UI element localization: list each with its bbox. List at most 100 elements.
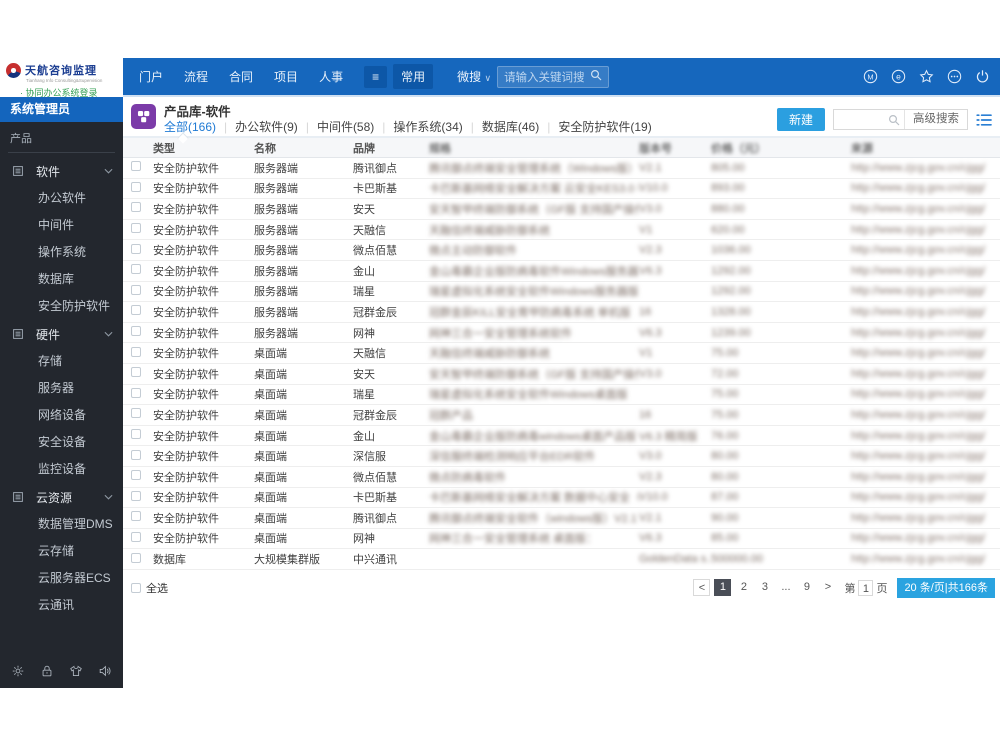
cell-source[interactable]: http://www.zjcg.gov.cn/cjgg/ bbox=[851, 532, 1000, 544]
tab-数据库(46)[interactable]: 数据库(46) bbox=[482, 118, 539, 135]
gear-icon[interactable] bbox=[11, 664, 25, 678]
cell-source[interactable]: http://www.zjcg.gov.cn/cjgg/ bbox=[851, 265, 1000, 277]
search-icon[interactable] bbox=[888, 114, 900, 126]
cell-source[interactable]: http://www.zjcg.gov.cn/cjgg/ bbox=[851, 450, 1000, 462]
cell-source[interactable]: http://www.zjcg.gov.cn/cjgg/ bbox=[851, 553, 1000, 565]
row-checkbox[interactable] bbox=[131, 181, 141, 192]
row-checkbox[interactable] bbox=[131, 429, 141, 440]
cell-source[interactable]: http://www.zjcg.gov.cn/cjgg/ bbox=[851, 182, 1000, 194]
pagination-page-3[interactable]: 3 bbox=[756, 579, 773, 596]
cell-source[interactable]: http://www.zjcg.gov.cn/cjgg/ bbox=[851, 471, 1000, 483]
cell-source[interactable]: http://www.zjcg.gov.cn/cjgg/ bbox=[851, 203, 1000, 215]
advanced-search-button[interactable]: 高级搜索 bbox=[904, 110, 967, 129]
pagination-page-1[interactable]: 1 bbox=[714, 579, 732, 597]
cell-source[interactable]: http://www.zjcg.gov.cn/cjgg/ bbox=[851, 306, 1000, 318]
tab-安全防护软件(19)[interactable]: 安全防护软件(19) bbox=[558, 118, 651, 135]
pagination-page-9[interactable]: 9 bbox=[798, 579, 815, 596]
power-icon[interactable] bbox=[975, 69, 990, 84]
tab-中间件(58)[interactable]: 中间件(58) bbox=[317, 118, 374, 135]
jump-page-input[interactable]: 1 bbox=[858, 579, 874, 596]
nav-item-项目[interactable]: 项目 bbox=[274, 68, 298, 85]
quick-search-input[interactable] bbox=[834, 110, 888, 129]
cell-source[interactable]: http://www.zjcg.gov.cn/cjgg/ bbox=[851, 491, 1000, 503]
sidebar-item-数据管理DMS[interactable]: 数据管理DMS bbox=[0, 511, 123, 538]
row-checkbox[interactable] bbox=[131, 305, 141, 316]
row-checkbox[interactable] bbox=[131, 346, 141, 357]
sidebar-item-中间件[interactable]: 中间件 bbox=[0, 212, 123, 239]
sidebar-item-监控设备[interactable]: 监控设备 bbox=[0, 456, 123, 483]
cell-source[interactable]: http://www.zjcg.gov.cn/cjgg/ bbox=[851, 162, 1000, 174]
cell-source[interactable]: http://www.zjcg.gov.cn/cjgg/ bbox=[851, 244, 1000, 256]
tab-操作系统(34)[interactable]: 操作系统(34) bbox=[393, 118, 462, 135]
search-scope-dropdown[interactable]: 微搜 ∨ bbox=[457, 68, 491, 85]
row-checkbox[interactable] bbox=[131, 264, 141, 275]
global-search-input[interactable]: 请输入关键词搜 bbox=[497, 65, 609, 88]
tab-全部(166)[interactable]: 全部(166) bbox=[164, 118, 216, 135]
sidebar-item-操作系统[interactable]: 操作系统 bbox=[0, 239, 123, 266]
row-checkbox[interactable] bbox=[131, 408, 141, 419]
nav-item-人事[interactable]: 人事 bbox=[319, 68, 343, 85]
tab-办公软件(9)[interactable]: 办公软件(9) bbox=[235, 118, 298, 135]
row-checkbox[interactable] bbox=[131, 449, 141, 460]
select-all[interactable]: 全选 bbox=[131, 580, 168, 596]
cell-source[interactable]: http://www.zjcg.gov.cn/cjgg/ bbox=[851, 430, 1000, 442]
pagination-page-2[interactable]: 2 bbox=[735, 579, 752, 596]
shirt-icon[interactable] bbox=[69, 664, 83, 678]
row-checkbox[interactable] bbox=[131, 243, 141, 254]
sidebar-item-数据库[interactable]: 数据库 bbox=[0, 266, 123, 293]
nav-common-tab[interactable]: 常用 bbox=[393, 64, 434, 89]
select-all-checkbox[interactable] bbox=[131, 582, 141, 593]
cell-spec: 冠群金辰KILL安全胄甲防病毒系统 单机版 bbox=[429, 306, 631, 319]
sidebar-item-云通讯[interactable]: 云通讯 bbox=[0, 592, 123, 619]
cell-source[interactable]: http://www.zjcg.gov.cn/cjgg/ bbox=[851, 388, 1000, 400]
sidebar-item-办公软件[interactable]: 办公软件 bbox=[0, 185, 123, 212]
sidebar-item-安全设备[interactable]: 安全设备 bbox=[0, 429, 123, 456]
sidebar-group-软件[interactable]: 软件 bbox=[0, 157, 123, 185]
nav-item-合同[interactable]: 合同 bbox=[229, 68, 253, 85]
row-checkbox[interactable] bbox=[131, 531, 141, 542]
more-icon[interactable] bbox=[947, 69, 962, 84]
row-checkbox[interactable] bbox=[131, 161, 141, 172]
sidebar-section-product[interactable]: 产品 bbox=[0, 122, 123, 152]
cell-source[interactable]: http://www.zjcg.gov.cn/cjgg/ bbox=[851, 224, 1000, 236]
pagination-next-button[interactable]: > bbox=[819, 579, 836, 596]
nav-more-button[interactable]: ≡ bbox=[364, 65, 388, 88]
cell-source[interactable]: http://www.zjcg.gov.cn/cjgg/ bbox=[851, 368, 1000, 380]
row-checkbox[interactable] bbox=[131, 367, 141, 378]
new-button[interactable]: 新建 bbox=[776, 108, 825, 131]
star-icon[interactable] bbox=[919, 69, 934, 84]
sidebar-item-网络设备[interactable]: 网络设备 bbox=[0, 402, 123, 429]
message-icon[interactable]: e bbox=[891, 69, 906, 84]
row-checkbox[interactable] bbox=[131, 470, 141, 481]
pagination-prev-button[interactable]: < bbox=[693, 579, 711, 597]
company-logo-icon bbox=[6, 62, 21, 78]
cell-source[interactable]: http://www.zjcg.gov.cn/cjgg/ bbox=[851, 347, 1000, 359]
list-view-toggle-icon[interactable] bbox=[976, 113, 992, 127]
nav-item-门户[interactable]: 门户 bbox=[139, 68, 163, 85]
row-checkbox[interactable] bbox=[131, 284, 141, 295]
nav-item-流程[interactable]: 流程 bbox=[184, 68, 208, 85]
row-checkbox[interactable] bbox=[131, 490, 141, 501]
row-checkbox[interactable] bbox=[131, 387, 141, 398]
m-badge-icon[interactable]: M bbox=[863, 69, 878, 84]
sidebar-group-硬件[interactable]: 硬件 bbox=[0, 320, 123, 348]
cell-source[interactable]: http://www.zjcg.gov.cn/cjgg/ bbox=[851, 409, 1000, 421]
sidebar-item-云存储[interactable]: 云存储 bbox=[0, 538, 123, 565]
sidebar-group-云资源[interactable]: 云资源 bbox=[0, 483, 123, 511]
row-checkbox[interactable] bbox=[131, 326, 141, 337]
search-icon[interactable] bbox=[590, 68, 602, 86]
cell-price: 500000.00 bbox=[711, 553, 763, 566]
sidebar-item-安全防护软件[interactable]: 安全防护软件 bbox=[0, 293, 123, 320]
sidebar-item-云服务器ECS[interactable]: 云服务器ECS bbox=[0, 565, 123, 592]
row-checkbox[interactable] bbox=[131, 202, 141, 213]
sidebar-item-存储[interactable]: 存储 bbox=[0, 348, 123, 375]
sidebar-item-服务器[interactable]: 服务器 bbox=[0, 375, 123, 402]
row-checkbox[interactable] bbox=[131, 511, 141, 522]
row-checkbox[interactable] bbox=[131, 552, 141, 563]
lock-icon[interactable] bbox=[40, 664, 54, 678]
cell-source[interactable]: http://www.zjcg.gov.cn/cjgg/ bbox=[851, 285, 1000, 297]
cell-source[interactable]: http://www.zjcg.gov.cn/cjgg/ bbox=[851, 512, 1000, 524]
cell-source[interactable]: http://www.zjcg.gov.cn/cjgg/ bbox=[851, 327, 1000, 339]
speaker-icon[interactable] bbox=[98, 664, 112, 678]
row-checkbox[interactable] bbox=[131, 223, 141, 234]
